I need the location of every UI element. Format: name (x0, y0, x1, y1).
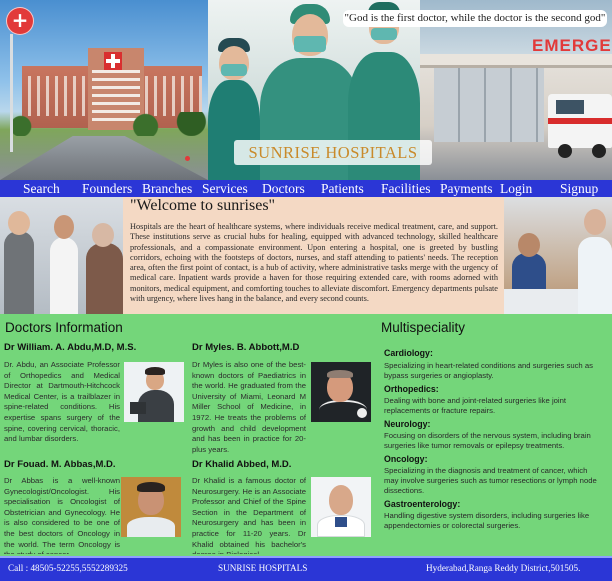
speciality-name: Gastroenterology: (384, 499, 461, 509)
hospital-reception-image (504, 197, 612, 314)
footer-phone: Call : 48505-52255,5552289325 (8, 563, 128, 573)
doctor-consultation-image (0, 197, 123, 314)
hospital-brand-title: SUNRISE HOSPITALS (234, 140, 432, 165)
nav-payments[interactable]: Payments (440, 180, 493, 197)
nav-facilities[interactable]: Facilities (381, 180, 431, 197)
nav-search[interactable]: Search (23, 180, 60, 197)
footer-brand: SUNRISE HOSPITALS (218, 563, 308, 573)
doctor-name: Dr Myles. B. Abbott,M.D (192, 342, 300, 353)
welcome-title: "Welcome to sunrises" (130, 197, 276, 214)
speciality-desc: Handling digestive system disorders, inc… (384, 511, 590, 531)
doctor-photo (124, 362, 184, 422)
carousel-indicator[interactable] (185, 156, 190, 161)
nav-login[interactable]: Login (500, 180, 532, 197)
doctor-bio: Dr Khalid is a famous doctor of Neurosur… (192, 476, 306, 554)
nav-doctors[interactable]: Doctors (262, 180, 305, 197)
doctor-name: Dr William. A. Abdu,M.D, M.S. (4, 342, 137, 353)
doctor-bio: Dr. Abdu, an Associate Professor of Orth… (4, 360, 120, 444)
speciality-desc: Dealing with bone and joint-related surg… (384, 396, 567, 416)
speciality-name: Neurology: (384, 419, 431, 429)
doctor-bio: Dr Myles is also one of the best-known d… (192, 360, 306, 454)
banner-quote: "God is the first doctor, while the doct… (343, 10, 607, 27)
doctor-photo (311, 477, 371, 537)
nav-signup[interactable]: Signup (560, 180, 598, 197)
welcome-paragraph: Hospitals are the heart of healthcare sy… (130, 222, 498, 304)
main-nav: Search Founders Branches Services Doctor… (0, 180, 612, 197)
add-button[interactable]: + (7, 8, 33, 34)
speciality-name: Cardiology: (384, 348, 433, 358)
nav-branches[interactable]: Branches (142, 180, 192, 197)
footer-address: Hyderabad,Ranga Reddy District,501505. (426, 563, 581, 573)
doctor-name: Dr Khalid Abbed, M.D. (192, 459, 292, 470)
medical-cross-icon (104, 52, 122, 70)
nav-founders[interactable]: Founders (82, 180, 132, 197)
speciality-desc: Focusing on disorders of the nervous sys… (384, 431, 591, 451)
speciality-name: Orthopedics: (384, 384, 439, 394)
multispeciality-heading: Multispeciality (381, 320, 466, 335)
doctor-name: Dr Fouad. M. Abbas,M.D. (4, 459, 116, 470)
footer: Call : 48505-52255,5552289325 SUNRISE HO… (0, 556, 612, 581)
header-banner: EMERGE + "God is the first doctor, while… (0, 0, 612, 180)
speciality-desc: Specializing in the diagnosis and treatm… (384, 466, 597, 496)
ambulance-image (548, 94, 612, 148)
nav-patients[interactable]: Patients (321, 180, 364, 197)
nav-services[interactable]: Services (202, 180, 248, 197)
doctor-photo (121, 477, 181, 537)
speciality-desc: Specializing in heart-related conditions… (384, 361, 593, 381)
doctor-bio: Dr Abbas is a well-known Gynecologist/On… (4, 476, 120, 554)
speciality-name: Oncology: (384, 454, 428, 464)
emergency-entrance-image: EMERGE (420, 0, 612, 180)
doctor-photo (311, 362, 371, 422)
doctors-heading: Doctors Information (5, 320, 123, 335)
